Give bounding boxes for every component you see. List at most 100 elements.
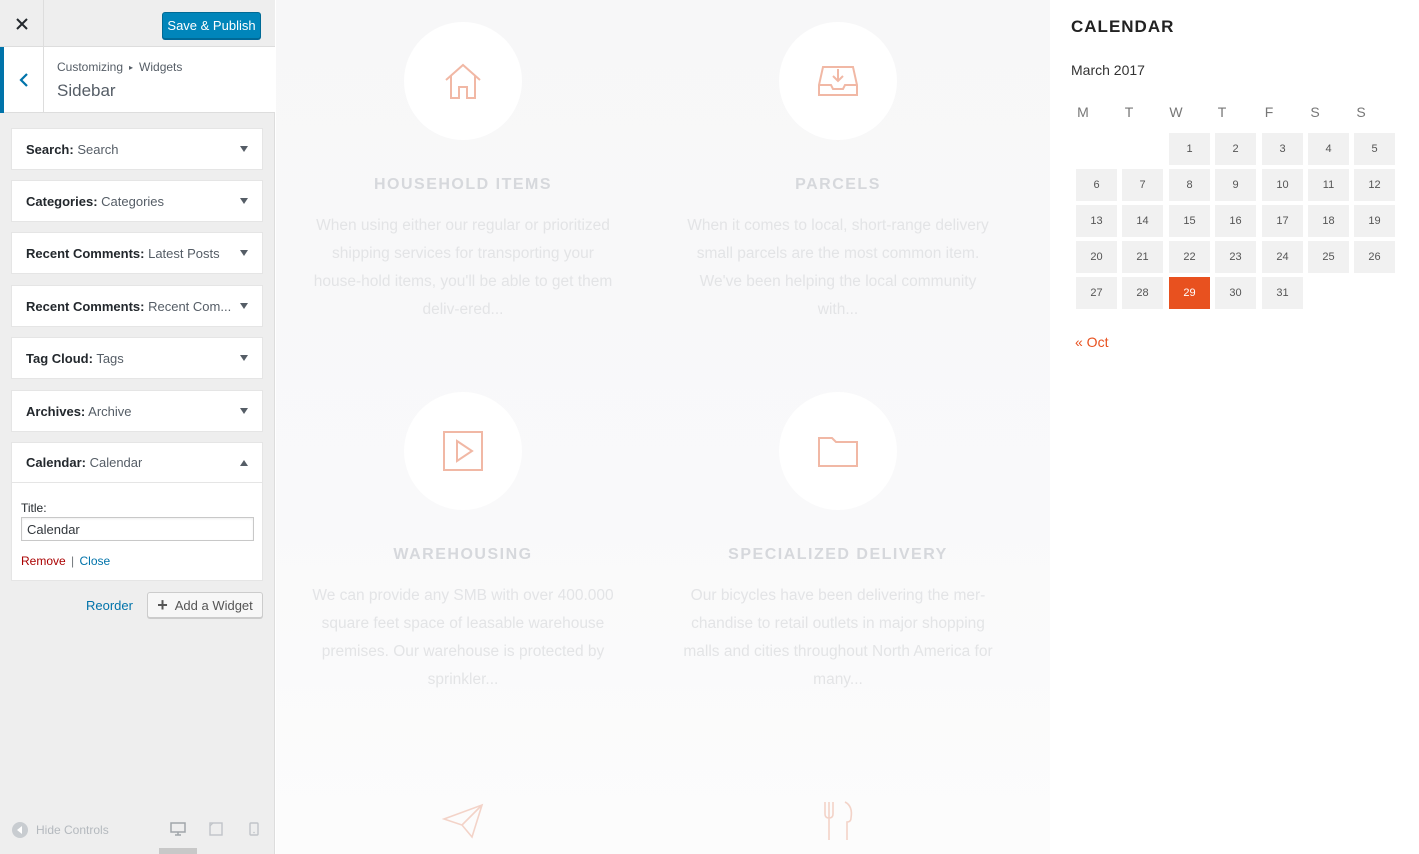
action-separator: | [71, 554, 75, 568]
calendar-day[interactable]: 15 [1169, 205, 1210, 237]
calendar-day[interactable]: 19 [1354, 205, 1395, 237]
tablet-preview-icon[interactable] [209, 822, 223, 836]
calendar-day[interactable]: 5 [1354, 133, 1395, 165]
calendar-day[interactable]: 25 [1308, 241, 1349, 273]
play-box-icon [443, 431, 483, 471]
calendar-day[interactable]: 14 [1122, 205, 1163, 237]
calendar-day[interactable]: 10 [1262, 169, 1303, 201]
widget-archives[interactable]: Archives: Archive [11, 390, 263, 432]
calendar-day[interactable]: 6 [1076, 169, 1117, 201]
service-description: When it comes to local, short-range deli… [687, 217, 989, 318]
widget-header[interactable]: Search: Search [12, 129, 262, 169]
plus-icon: + [157, 595, 168, 615]
calendar-day[interactable]: 26 [1354, 241, 1395, 273]
calendar-day[interactable]: 11 [1308, 169, 1349, 201]
widget-header[interactable]: Categories: Categories [12, 181, 262, 221]
calendar-day[interactable]: 8 [1169, 169, 1210, 201]
expand-arrow-icon[interactable] [240, 355, 248, 361]
service-icon-circle [404, 22, 522, 140]
widget-recent-comments-latest-posts[interactable]: Recent Comments: Latest Posts [11, 232, 263, 274]
services-section: HOUSEHOLD ITEMS When using either our re… [276, 0, 1050, 854]
widget-header[interactable]: Calendar: Calendar [12, 443, 262, 483]
chevron-left-icon [18, 73, 28, 87]
calendar-day[interactable]: 1 [1169, 133, 1210, 165]
weekday-header: M [1077, 104, 1089, 120]
remove-widget-link[interactable]: Remove [21, 554, 66, 568]
widget-title: Tag Cloud: Tags [26, 350, 124, 366]
weekday-header: F [1264, 104, 1274, 120]
service-parcels: PARCELS When it comes to local, short-ra… [668, 22, 1008, 324]
widget-categories[interactable]: Categories: Categories [11, 180, 263, 222]
expand-arrow-icon[interactable] [240, 250, 248, 256]
close-widget-link[interactable]: Close [80, 554, 111, 568]
calendar-day[interactable]: 9 [1215, 169, 1256, 201]
widget-title: Search: Search [26, 141, 119, 157]
calendar-day[interactable]: 21 [1122, 241, 1163, 273]
widget-calendar[interactable]: Calendar: Calendar Title: Calendar Remov… [11, 442, 263, 581]
breadcrumb-root: Customizing [57, 60, 124, 74]
calendar-day[interactable]: 24 [1262, 241, 1303, 273]
calendar-day[interactable]: 22 [1169, 241, 1210, 273]
close-icon [15, 17, 28, 30]
expand-arrow-icon[interactable] [240, 198, 248, 204]
calendar-day[interactable]: 27 [1076, 277, 1117, 309]
calendar-day[interactable]: 18 [1308, 205, 1349, 237]
expand-arrow-icon[interactable] [240, 303, 248, 309]
calendar-day[interactable]: 30 [1215, 277, 1256, 309]
service-description: When using either our regular or priorit… [313, 217, 613, 318]
widget-header[interactable]: Recent Comments: Latest Posts [12, 233, 262, 273]
expand-arrow-icon[interactable] [240, 408, 248, 414]
calendar-title: CALENDAR [1071, 17, 1175, 36]
mobile-preview-icon[interactable] [249, 822, 259, 836]
calendar-day[interactable]: 16 [1215, 205, 1256, 237]
collapse-arrow-icon[interactable] [240, 459, 248, 466]
service-warehousing: WAREHOUSING We can provide any SMB with … [293, 392, 633, 694]
calendar-day[interactable]: 31 [1262, 277, 1303, 309]
widget-tag-cloud[interactable]: Tag Cloud: Tags [11, 337, 263, 379]
calendar-day-today[interactable]: 29 [1169, 277, 1210, 309]
back-button[interactable] [0, 47, 44, 113]
weekday-header: W [1169, 104, 1183, 120]
service-title: SPECIALIZED DELIVERY [728, 546, 948, 563]
desktop-preview-icon[interactable] [170, 822, 186, 836]
add-widget-label: Add a Widget [174, 597, 253, 613]
widget-header[interactable]: Archives: Archive [12, 391, 262, 431]
customizer-header: Save & Publish [0, 0, 275, 47]
service-description: We can provide any SMB with over 400.000… [312, 587, 614, 688]
hide-controls-button[interactable]: Hide Controls [12, 822, 109, 838]
house-icon [445, 63, 481, 99]
section-title: Sidebar [57, 81, 116, 100]
calendar-day[interactable]: 13 [1076, 205, 1117, 237]
title-field[interactable]: Calendar [21, 517, 254, 541]
widget-title: Categories: Categories [26, 193, 165, 209]
expand-arrow-icon[interactable] [240, 146, 248, 152]
calendar-day[interactable]: 4 [1308, 133, 1349, 165]
widget-header[interactable]: Recent Comments: Recent Com... [12, 286, 262, 326]
active-device-indicator [159, 848, 197, 854]
hide-controls-label: Hide Controls [36, 823, 109, 837]
calendar-day[interactable]: 23 [1215, 241, 1256, 273]
close-customizer-button[interactable] [0, 0, 44, 47]
calendar-day[interactable]: 12 [1354, 169, 1395, 201]
service-icon-circle [779, 392, 897, 510]
add-widget-button[interactable]: + Add a Widget [147, 592, 263, 618]
widget-header[interactable]: Tag Cloud: Tags [12, 338, 262, 378]
calendar-day[interactable]: 7 [1122, 169, 1163, 201]
weekday-header: T [1217, 104, 1227, 120]
calendar-day[interactable]: 20 [1076, 241, 1117, 273]
breadcrumb-separator: ▸ [129, 62, 134, 72]
weekday-header: S [1310, 104, 1320, 120]
calendar-day[interactable]: 28 [1122, 277, 1163, 309]
calendar-day[interactable]: 17 [1262, 205, 1303, 237]
inbox-tray-icon [818, 66, 858, 96]
previous-month-link[interactable]: « Oct [1075, 334, 1108, 350]
reorder-link[interactable]: Reorder [86, 598, 133, 613]
weekday-header: S [1356, 104, 1366, 120]
service-household-items: HOUSEHOLD ITEMS When using either our re… [293, 22, 633, 324]
widget-recent-comments[interactable]: Recent Comments: Recent Com... [11, 285, 263, 327]
breadcrumb: Customizing ▸ Widgets [57, 60, 182, 74]
calendar-day[interactable]: 2 [1215, 133, 1256, 165]
calendar-day[interactable]: 3 [1262, 133, 1303, 165]
widget-search[interactable]: Search: Search [11, 128, 263, 170]
save-publish-button[interactable]: Save & Publish [162, 12, 261, 39]
